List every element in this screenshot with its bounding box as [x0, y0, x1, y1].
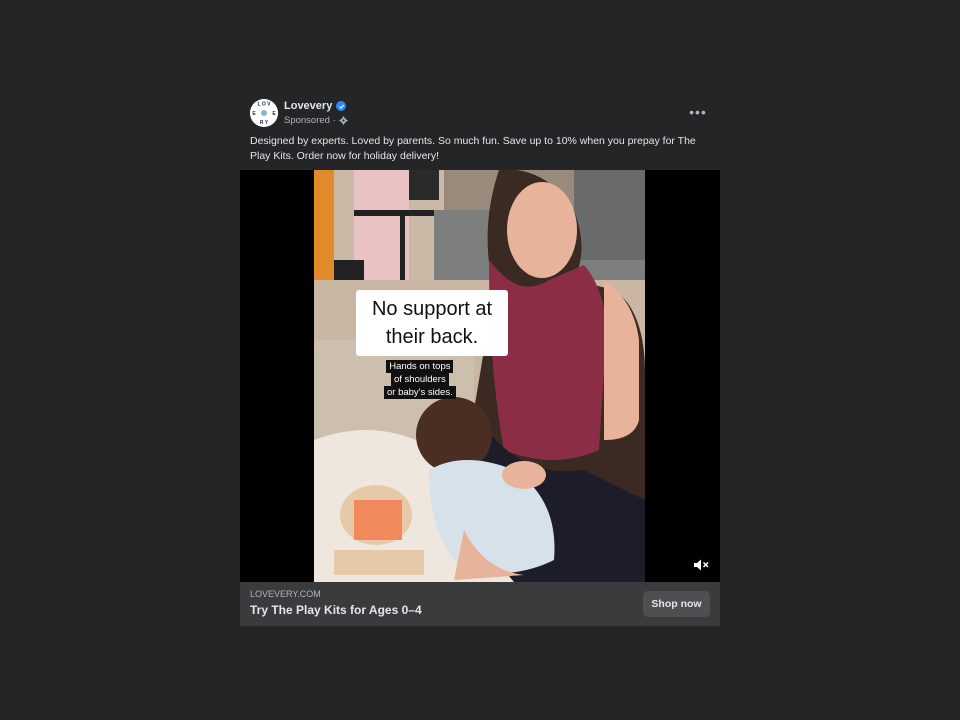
- sponsored-row: Sponsored ·: [284, 115, 348, 126]
- gear-icon[interactable]: [339, 116, 348, 125]
- overlay-sub-line: of shoulders: [390, 373, 449, 386]
- page-avatar[interactable]: L O V E R Y E: [250, 99, 278, 127]
- verified-badge-icon: [336, 101, 347, 111]
- sponsored-label[interactable]: Sponsored ·: [284, 115, 336, 126]
- overlay-sub-line: or baby's sides.: [384, 386, 456, 399]
- video-player[interactable]: No support at their back. Hands on tops …: [240, 170, 720, 582]
- video-still: [314, 170, 645, 582]
- post-header: L O V E R Y E Lovevery Sponsored · •••: [240, 90, 720, 134]
- sponsored-post: L O V E R Y E Lovevery Sponsored · ••• D…: [240, 90, 720, 630]
- overlay-title: No support at their back.: [356, 290, 508, 356]
- cta-domain: LOVEVERY.COM: [250, 589, 321, 599]
- page-name-text[interactable]: Lovevery: [284, 100, 332, 112]
- shop-now-button[interactable]: Shop now: [643, 591, 710, 617]
- page-name[interactable]: Lovevery: [284, 100, 347, 112]
- more-icon[interactable]: •••: [686, 100, 710, 124]
- cta-title[interactable]: Try The Play Kits for Ages 0–4: [250, 603, 422, 617]
- overlay-sub-line: Hands on tops: [386, 360, 454, 373]
- overlay-subtitle: Hands on tops of shoulders or baby's sid…: [384, 360, 456, 399]
- video-frame[interactable]: No support at their back. Hands on tops …: [314, 170, 645, 582]
- post-caption: Designed by experts. Loved by parents. S…: [250, 135, 696, 162]
- svg-text:L O V: L O V: [258, 102, 272, 108]
- more-label: •••: [689, 104, 707, 120]
- svg-text:R Y: R Y: [260, 120, 269, 126]
- mute-icon[interactable]: [692, 556, 710, 574]
- cta-bar[interactable]: LOVEVERY.COM Try The Play Kits for Ages …: [240, 582, 720, 626]
